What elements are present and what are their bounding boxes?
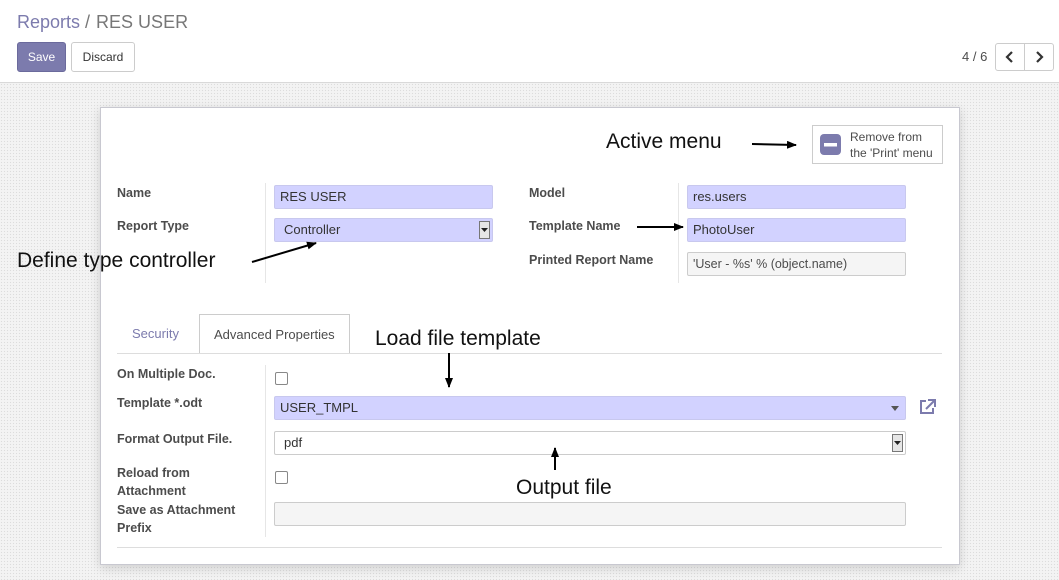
chevron-left-icon <box>1005 51 1013 63</box>
smart-button-label: Remove from the 'Print' menu <box>850 129 933 161</box>
tab-security[interactable]: Security <box>132 326 179 341</box>
report-type-label: Report Type <box>117 219 189 233</box>
advanced-label-separator <box>265 365 266 537</box>
external-link-icon[interactable] <box>918 398 937 416</box>
printed-report-name-input[interactable]: 'User - %s' % (object.name) <box>687 252 906 276</box>
select-arrow-icon <box>892 434 903 452</box>
reload-attachment-label: Reload from Attachment <box>117 464 190 500</box>
annotation-load-template: Load file template <box>375 327 541 350</box>
breadcrumb-current: RES USER <box>96 12 189 32</box>
report-type-value: Controller <box>284 222 341 237</box>
reload-attachment-checkbox[interactable] <box>275 471 288 484</box>
smart-button-line2: the 'Print' menu <box>850 146 933 160</box>
format-output-value: pdf <box>284 435 303 450</box>
right-label-separator <box>678 183 679 283</box>
left-label-separator <box>265 183 266 283</box>
multiple-doc-checkbox[interactable] <box>275 372 288 385</box>
bottom-separator <box>117 547 942 548</box>
model-label: Model <box>529 186 566 200</box>
template-name-input[interactable]: PhotoUser <box>687 218 906 242</box>
reload-attachment-label-line1: Reload from <box>117 466 190 480</box>
breadcrumb-reports-link[interactable]: Reports <box>17 12 80 32</box>
template-name-label: Template Name <box>529 219 621 233</box>
template-odt-label: Template *.odt <box>117 396 203 410</box>
template-odt-select[interactable]: USER_TMPL <box>274 396 906 420</box>
tab-advanced-properties-label: Advanced Properties <box>214 327 335 342</box>
discard-button[interactable]: Discard <box>71 42 135 72</box>
remove-from-print-menu-button[interactable]: Remove from the 'Print' menu <box>812 125 943 164</box>
multiple-doc-label: On Multiple Doc. <box>117 367 216 381</box>
attachment-prefix-label: Save as Attachment Prefix <box>117 501 235 537</box>
breadcrumb: Reports / RES USER <box>17 12 188 33</box>
format-output-select[interactable]: pdf <box>274 431 906 455</box>
minus-square-icon <box>820 134 841 155</box>
attachment-prefix-label-line2: Prefix <box>117 521 152 535</box>
name-label: Name <box>117 186 152 200</box>
control-panel: Reports / RES USER Save Discard 4 / 6 <box>0 0 1059 83</box>
pager-previous-button[interactable] <box>995 43 1025 71</box>
reload-attachment-label-line2: Attachment <box>117 484 186 498</box>
breadcrumb-separator: / <box>85 12 91 32</box>
smart-button-line1: Remove from <box>850 130 923 144</box>
tab-bar-line <box>117 353 942 354</box>
select-arrow-icon <box>479 221 490 239</box>
caret-down-icon <box>891 406 899 411</box>
name-input[interactable]: RES USER <box>274 185 493 209</box>
model-input[interactable]: res.users <box>687 185 906 209</box>
annotation-define-type: Define type controller <box>17 249 216 272</box>
save-button[interactable]: Save <box>17 42 66 72</box>
format-output-label: Format Output File. <box>117 432 233 446</box>
annotation-output-file: Output file <box>516 476 612 499</box>
attachment-prefix-input[interactable] <box>274 502 906 526</box>
pager-next-button[interactable] <box>1024 43 1054 71</box>
template-odt-value: USER_TMPL <box>280 400 359 415</box>
report-type-select[interactable]: Controller <box>274 218 493 242</box>
annotation-active-menu: Active menu <box>606 130 722 153</box>
printed-report-name-label: Printed Report Name <box>529 253 654 267</box>
pager-value: 4 / 6 <box>962 49 988 64</box>
tab-advanced-properties[interactable]: Advanced Properties <box>199 314 350 353</box>
chevron-right-icon <box>1036 51 1044 63</box>
attachment-prefix-label-line1: Save as Attachment <box>117 503 236 517</box>
